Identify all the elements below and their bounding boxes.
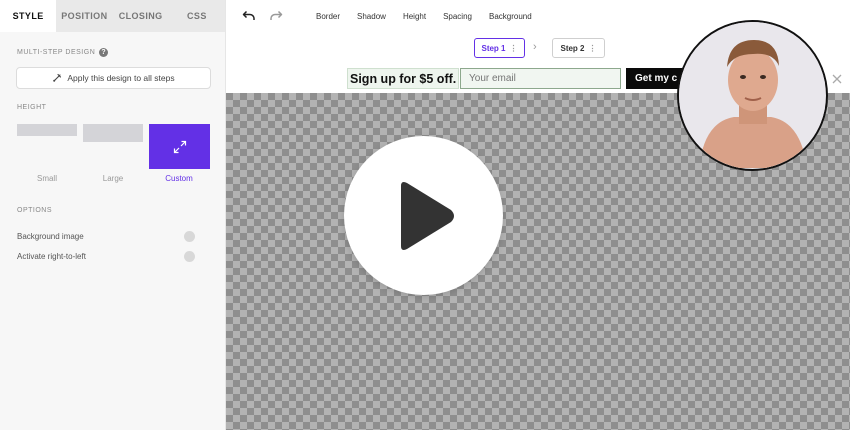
more-vertical-icon[interactable]: ⋮ [510, 44, 518, 53]
chevron-right-icon: › [533, 41, 537, 53]
toolbar-shadow[interactable]: Shadow [357, 12, 386, 21]
height-small-label: Small [36, 174, 57, 183]
tab-closing[interactable]: CLOSING [112, 0, 169, 32]
toolbar-spacing[interactable]: Spacing [443, 12, 472, 21]
height-option-large[interactable] [83, 124, 143, 142]
play-icon [400, 181, 454, 250]
multistep-label: MULTI-STEP DESIGN [17, 49, 96, 56]
rtl-toggle[interactable] [184, 251, 195, 262]
option-background-image-label: Background image [17, 232, 84, 241]
settings-sidebar: STYLE POSITION CLOSING CSS MULTI-STEP DE… [0, 0, 226, 430]
options-label: OPTIONS [17, 207, 53, 214]
email-field[interactable] [460, 68, 621, 89]
presenter-video-avatar[interactable] [677, 20, 828, 171]
background-image-toggle[interactable] [184, 231, 195, 242]
settings-tabs: STYLE POSITION CLOSING CSS [0, 0, 225, 32]
video-play-button[interactable] [344, 136, 503, 295]
step-1-label: Step 1 [481, 43, 506, 53]
tab-position[interactable]: POSITION [56, 0, 113, 32]
height-option-custom[interactable] [149, 124, 210, 169]
help-icon[interactable]: ? [99, 48, 109, 57]
presenter-image [679, 22, 825, 168]
apply-design-all-steps-button[interactable]: Apply this design to all steps [16, 67, 211, 89]
popup-headline[interactable]: Sign up for $5 off. [347, 68, 460, 89]
option-rtl: Activate right-to-left [17, 251, 195, 262]
step-1-button[interactable]: Step 1 ⋮ [474, 38, 525, 58]
step-2-label: Step 2 [560, 43, 585, 53]
options-section-label: OPTIONS [17, 207, 52, 214]
option-background-image: Background image [17, 231, 195, 242]
height-option-small[interactable] [17, 124, 77, 136]
apply-design-label: Apply this design to all steps [67, 73, 175, 83]
redo-icon[interactable] [266, 6, 286, 26]
tab-css[interactable]: CSS [168, 0, 225, 32]
undo-icon[interactable] [239, 6, 259, 26]
step-2-button[interactable]: Step 2 ⋮ [552, 38, 605, 58]
height-large-label: Large [102, 174, 124, 183]
toolbar-height[interactable]: Height [403, 12, 426, 21]
height-label: HEIGHT [17, 104, 47, 111]
toolbar-background[interactable]: Background [489, 12, 532, 21]
brush-icon [53, 73, 62, 82]
multistep-section: MULTI-STEP DESIGN ? [17, 48, 109, 57]
option-rtl-label: Activate right-to-left [17, 252, 86, 261]
height-custom-label: Custom [165, 174, 193, 183]
height-section-label: HEIGHT [17, 104, 46, 111]
more-vertical-icon[interactable]: ⋮ [589, 44, 597, 53]
tab-style[interactable]: STYLE [0, 0, 57, 32]
expand-arrows-icon [173, 140, 186, 153]
toolbar-border[interactable]: Border [316, 12, 340, 21]
close-icon[interactable] [831, 72, 843, 84]
